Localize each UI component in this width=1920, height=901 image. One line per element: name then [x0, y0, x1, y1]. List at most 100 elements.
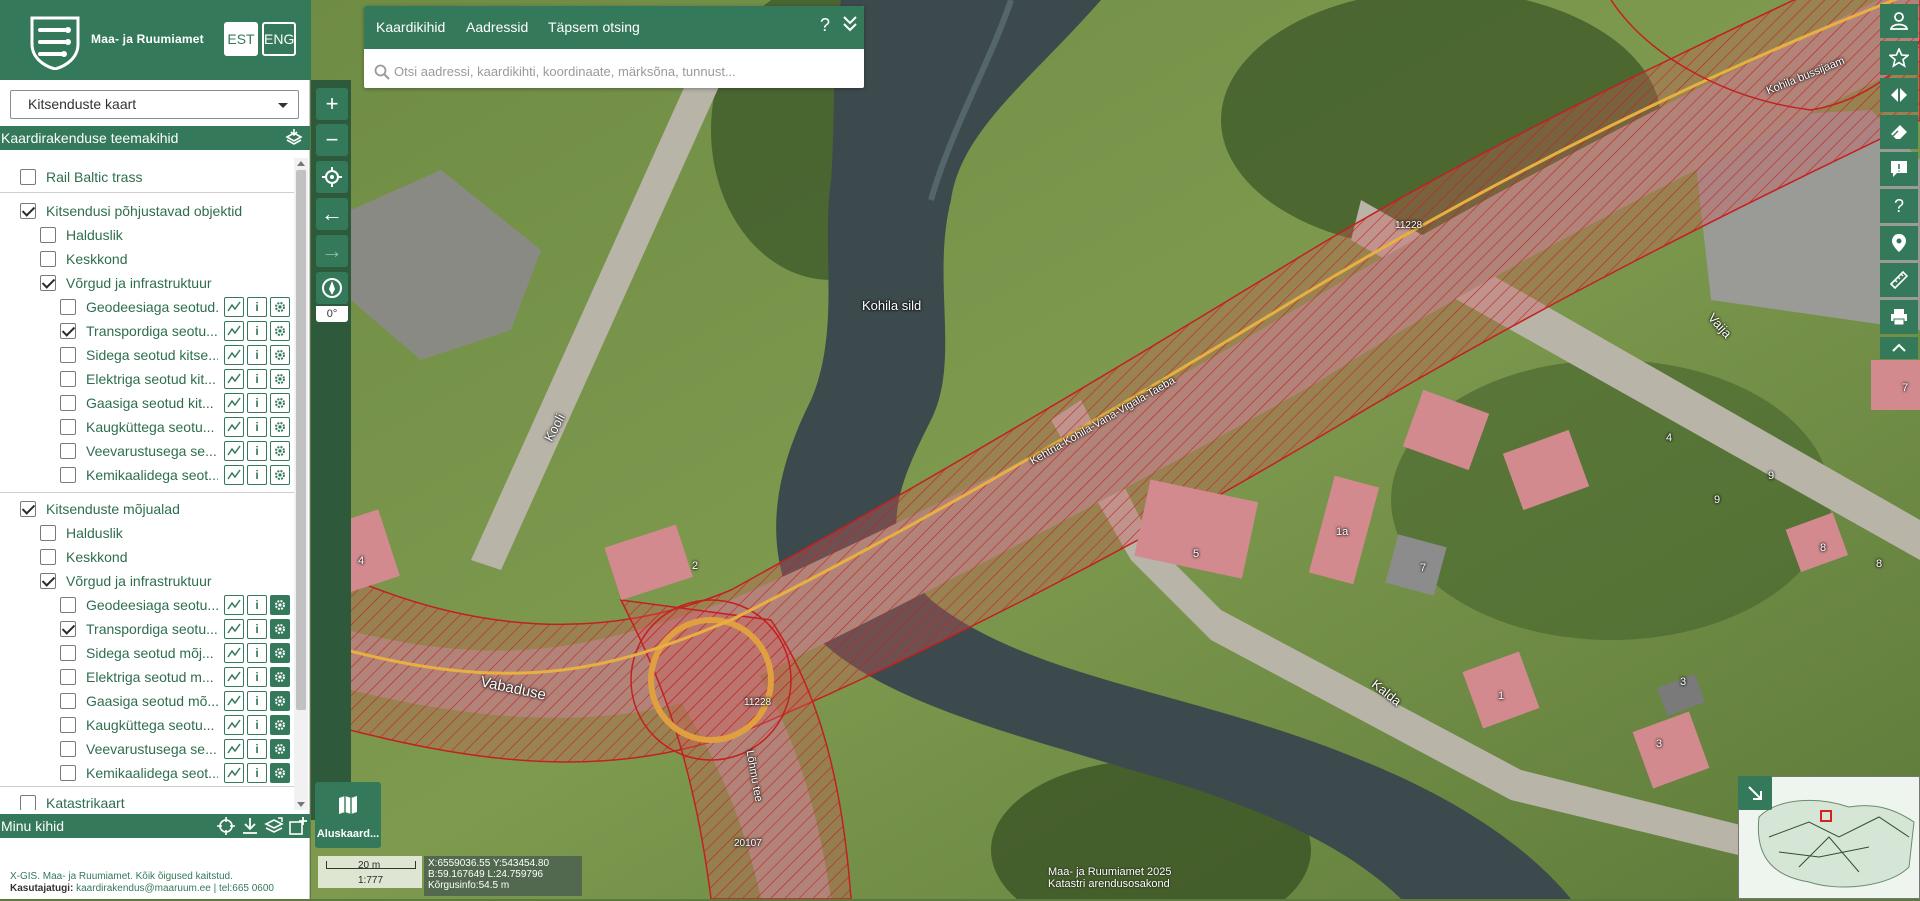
layer-row[interactable]: Sidega seotud kitse... i	[0, 344, 294, 366]
layer-checkbox[interactable]	[40, 549, 56, 565]
settings-button[interactable]	[270, 321, 290, 341]
legend-button[interactable]	[224, 715, 244, 735]
info-button[interactable]: i	[247, 369, 267, 389]
layer-row[interactable]: Gaasiga seotud mõ... i	[0, 690, 294, 712]
eraser-button[interactable]	[1880, 115, 1918, 149]
add-layer-icon[interactable]	[288, 816, 308, 836]
layer-row-katastri[interactable]: Katastrikaart	[0, 792, 294, 810]
compare-button[interactable]	[1880, 78, 1918, 112]
tab-advanced-search[interactable]: Täpsem otsing	[548, 19, 640, 35]
info-button[interactable]: i	[247, 297, 267, 317]
settings-button[interactable]	[270, 739, 290, 759]
expand-down-icon[interactable]	[842, 14, 858, 34]
settings-button[interactable]	[270, 763, 290, 783]
layer-row-objects-haldus[interactable]: Halduslik	[0, 224, 294, 246]
settings-button[interactable]	[270, 393, 290, 413]
layer-row[interactable]: Geodeesiaga seotud... i	[0, 296, 294, 318]
layer-checkbox[interactable]	[20, 203, 36, 219]
layer-checkbox[interactable]	[20, 795, 36, 810]
legend-button[interactable]	[224, 619, 244, 639]
layer-row[interactable]: Transpordiga seotu... i	[0, 320, 294, 342]
compass-button[interactable]	[316, 272, 348, 304]
search-input[interactable]	[392, 61, 852, 81]
layer-row[interactable]: Kaugküttega seotu... i	[0, 416, 294, 438]
measure-button[interactable]	[1880, 263, 1918, 297]
info-button[interactable]: i	[247, 667, 267, 687]
overview-toggle-button[interactable]	[1738, 776, 1772, 810]
settings-button[interactable]	[270, 619, 290, 639]
layer-row[interactable]: Elektriga seotud m... i	[0, 666, 294, 688]
layer-row[interactable]: Kemikaalidega seot... i	[0, 762, 294, 784]
legend-button[interactable]	[224, 441, 244, 461]
layers-icon[interactable]	[264, 816, 284, 836]
info-button[interactable]: i	[247, 643, 267, 663]
user-button[interactable]	[1880, 4, 1918, 38]
lang-eng-button[interactable]: ENG	[262, 22, 296, 56]
legend-button[interactable]	[224, 321, 244, 341]
history-back-button[interactable]: ←	[316, 198, 348, 230]
settings-button[interactable]	[270, 595, 290, 615]
settings-button[interactable]	[270, 465, 290, 485]
info-button[interactable]: i	[247, 441, 267, 461]
layer-checkbox[interactable]	[60, 395, 76, 411]
crosshair-icon[interactable]	[216, 816, 236, 836]
layer-checkbox[interactable]	[40, 227, 56, 243]
info-button[interactable]: i	[247, 321, 267, 341]
map-canvas[interactable]	[311, 0, 1920, 899]
print-button[interactable]	[1880, 300, 1918, 334]
scroll-up-icon[interactable]	[297, 161, 305, 166]
legend-button[interactable]	[224, 739, 244, 759]
layer-checkbox[interactable]	[40, 275, 56, 291]
legend-button[interactable]	[224, 297, 244, 317]
settings-button[interactable]	[270, 369, 290, 389]
layer-row[interactable]: Geodeesiaga seotu... i	[0, 594, 294, 616]
layer-checkbox[interactable]	[60, 371, 76, 387]
settings-button[interactable]	[270, 643, 290, 663]
tab-cadastre[interactable]: Kaardikihid	[376, 19, 445, 35]
history-forward-button[interactable]: →	[316, 235, 348, 267]
legend-button[interactable]	[224, 417, 244, 437]
zoom-in-button[interactable]: +	[316, 88, 348, 120]
zoom-out-button[interactable]: −	[316, 124, 348, 156]
info-button[interactable]: i	[247, 619, 267, 639]
layer-row-objects-keskkond[interactable]: Keskkond	[0, 248, 294, 270]
feedback-button[interactable]	[1880, 152, 1918, 186]
layer-row-zones-group[interactable]: Kitsenduste mõjualad	[0, 498, 294, 520]
legend-button[interactable]	[224, 691, 244, 711]
info-button[interactable]: i	[247, 417, 267, 437]
layer-row-objects-vorgud[interactable]: Võrgud ja infrastruktuur	[0, 272, 294, 294]
layer-checkbox[interactable]	[60, 669, 76, 685]
lang-est-button[interactable]: EST	[224, 22, 258, 56]
settings-button[interactable]	[270, 667, 290, 687]
info-button[interactable]: i	[247, 715, 267, 735]
favorites-button[interactable]	[1880, 41, 1918, 75]
info-button[interactable]: i	[247, 465, 267, 485]
layer-checkbox[interactable]	[60, 419, 76, 435]
layer-row-objects-group[interactable]: Kitsendusi põhjustavad objektid	[0, 200, 294, 222]
info-button[interactable]: i	[247, 739, 267, 759]
help-button[interactable]: ?	[820, 15, 830, 36]
legend-button[interactable]	[224, 345, 244, 365]
scroll-down-icon[interactable]	[297, 802, 305, 807]
place-marker-button[interactable]	[1880, 226, 1918, 260]
legend-button[interactable]	[224, 465, 244, 485]
basemap-button[interactable]: Aluskaard...	[315, 782, 381, 848]
layer-checkbox[interactable]	[40, 251, 56, 267]
download-icon[interactable]	[240, 816, 260, 836]
layer-checkbox[interactable]	[60, 299, 76, 315]
legend-button[interactable]	[224, 763, 244, 783]
layer-checkbox[interactable]	[60, 645, 76, 661]
layer-checkbox[interactable]	[60, 597, 76, 613]
info-button[interactable]: i	[247, 763, 267, 783]
tab-address[interactable]: Aadressid	[466, 19, 528, 35]
layer-checkbox[interactable]	[60, 717, 76, 733]
layer-row[interactable]: Transpordiga seotu... i	[0, 618, 294, 640]
settings-button[interactable]	[270, 345, 290, 365]
layer-row[interactable]: Kemikaalidega seot... i	[0, 464, 294, 486]
layer-row[interactable]: Elektriga seotud kit... i	[0, 368, 294, 390]
layer-checkbox[interactable]	[60, 741, 76, 757]
legend-button[interactable]	[224, 643, 244, 663]
layer-checkbox[interactable]	[60, 347, 76, 363]
layer-checkbox[interactable]	[60, 323, 76, 339]
map-type-select[interactable]: Kitsenduste kaart	[10, 90, 299, 119]
